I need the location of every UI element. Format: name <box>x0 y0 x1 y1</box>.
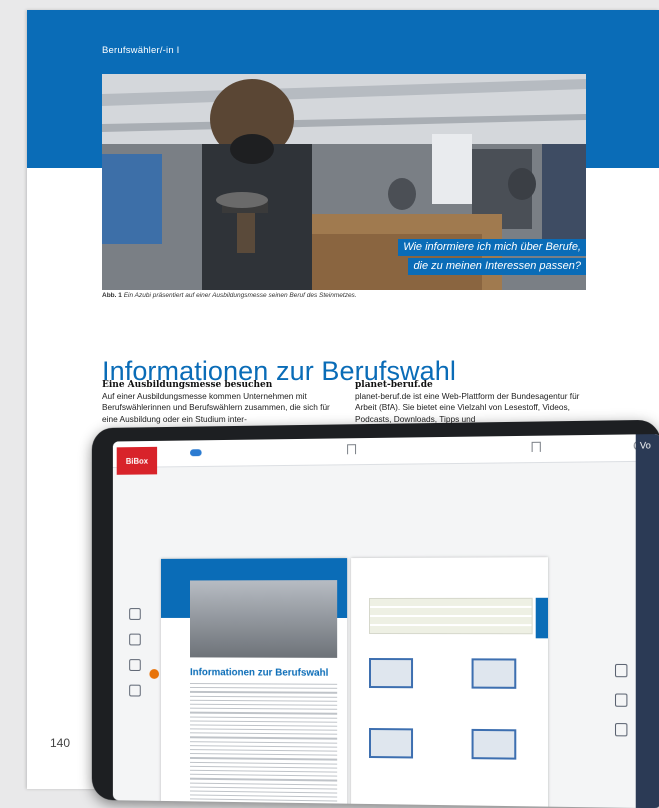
chapter-label: Berufswähler/-in I <box>102 45 180 56</box>
mini-photo <box>189 580 338 658</box>
right-heading: planet-beruf.de <box>355 380 433 390</box>
left-body: Auf einer Ausbildungsmesse kommen Untern… <box>102 391 330 424</box>
side-panel-label: Vo <box>639 440 651 451</box>
search-icon[interactable] <box>129 684 141 697</box>
caption-label: Abb. 1 <box>102 292 122 299</box>
bookmark-icon[interactable] <box>531 441 541 452</box>
mini-screenshot <box>471 658 517 689</box>
figure-caption: Abb. 1 Ein Azubi präsentiert auf einer A… <box>102 292 586 299</box>
mini-screenshot <box>369 727 414 759</box>
page-number: 140 <box>50 736 71 750</box>
question-line-2: die zu meinen Interessen passen? <box>408 258 586 275</box>
mini-side-tab <box>535 597 548 639</box>
page-marker-icon[interactable] <box>149 669 160 679</box>
app-toolbar <box>112 434 659 468</box>
mini-screenshot <box>471 728 517 760</box>
left-heading: Eine Ausbildungsmesse besuchen <box>102 380 273 390</box>
media-icon[interactable] <box>129 659 141 671</box>
right-body: planet-beruf.de ist eine Web-Plattform d… <box>355 391 580 424</box>
mini-text-lines <box>189 683 338 808</box>
right-column: planet-beruf.de planet-beruf.de ist eine… <box>355 379 583 425</box>
grid-icon[interactable] <box>614 693 628 707</box>
bookmark-icon[interactable] <box>347 444 357 455</box>
side-panel[interactable]: Vo <box>635 434 659 808</box>
left-toolbar <box>124 608 145 697</box>
document-icon[interactable] <box>614 723 628 737</box>
caption-text: Ein Azubi präsentiert auf einer Ausbildu… <box>123 292 357 299</box>
right-toolbar <box>611 663 632 737</box>
mini-page-right <box>351 557 548 808</box>
figure-photo: Wie informiere ich mich über Berufe, die… <box>102 74 586 290</box>
tablet-device: BiBox Informationen zur Berufswahl Vo <box>91 419 659 808</box>
mini-table <box>369 597 533 635</box>
mini-page-left: Informationen zur Berufswahl <box>160 558 348 808</box>
materials-icon[interactable] <box>129 608 141 620</box>
left-column: Eine Ausbildungsmesse besuchen Auf einer… <box>102 379 330 425</box>
mini-screenshot <box>369 657 414 689</box>
edit-icon[interactable] <box>614 663 628 678</box>
question-line-1: Wie informiere ich mich über Berufe, <box>398 239 586 256</box>
photo-question: Wie informiere ich mich über Berufe, die… <box>398 239 586 275</box>
tablet-screen: BiBox Informationen zur Berufswahl Vo <box>112 434 659 808</box>
notes-icon[interactable] <box>129 633 141 646</box>
toggle-switch[interactable] <box>189 449 202 457</box>
bibox-logo: BiBox <box>116 446 158 475</box>
mini-title: Informationen zur Berufswahl <box>189 667 329 679</box>
